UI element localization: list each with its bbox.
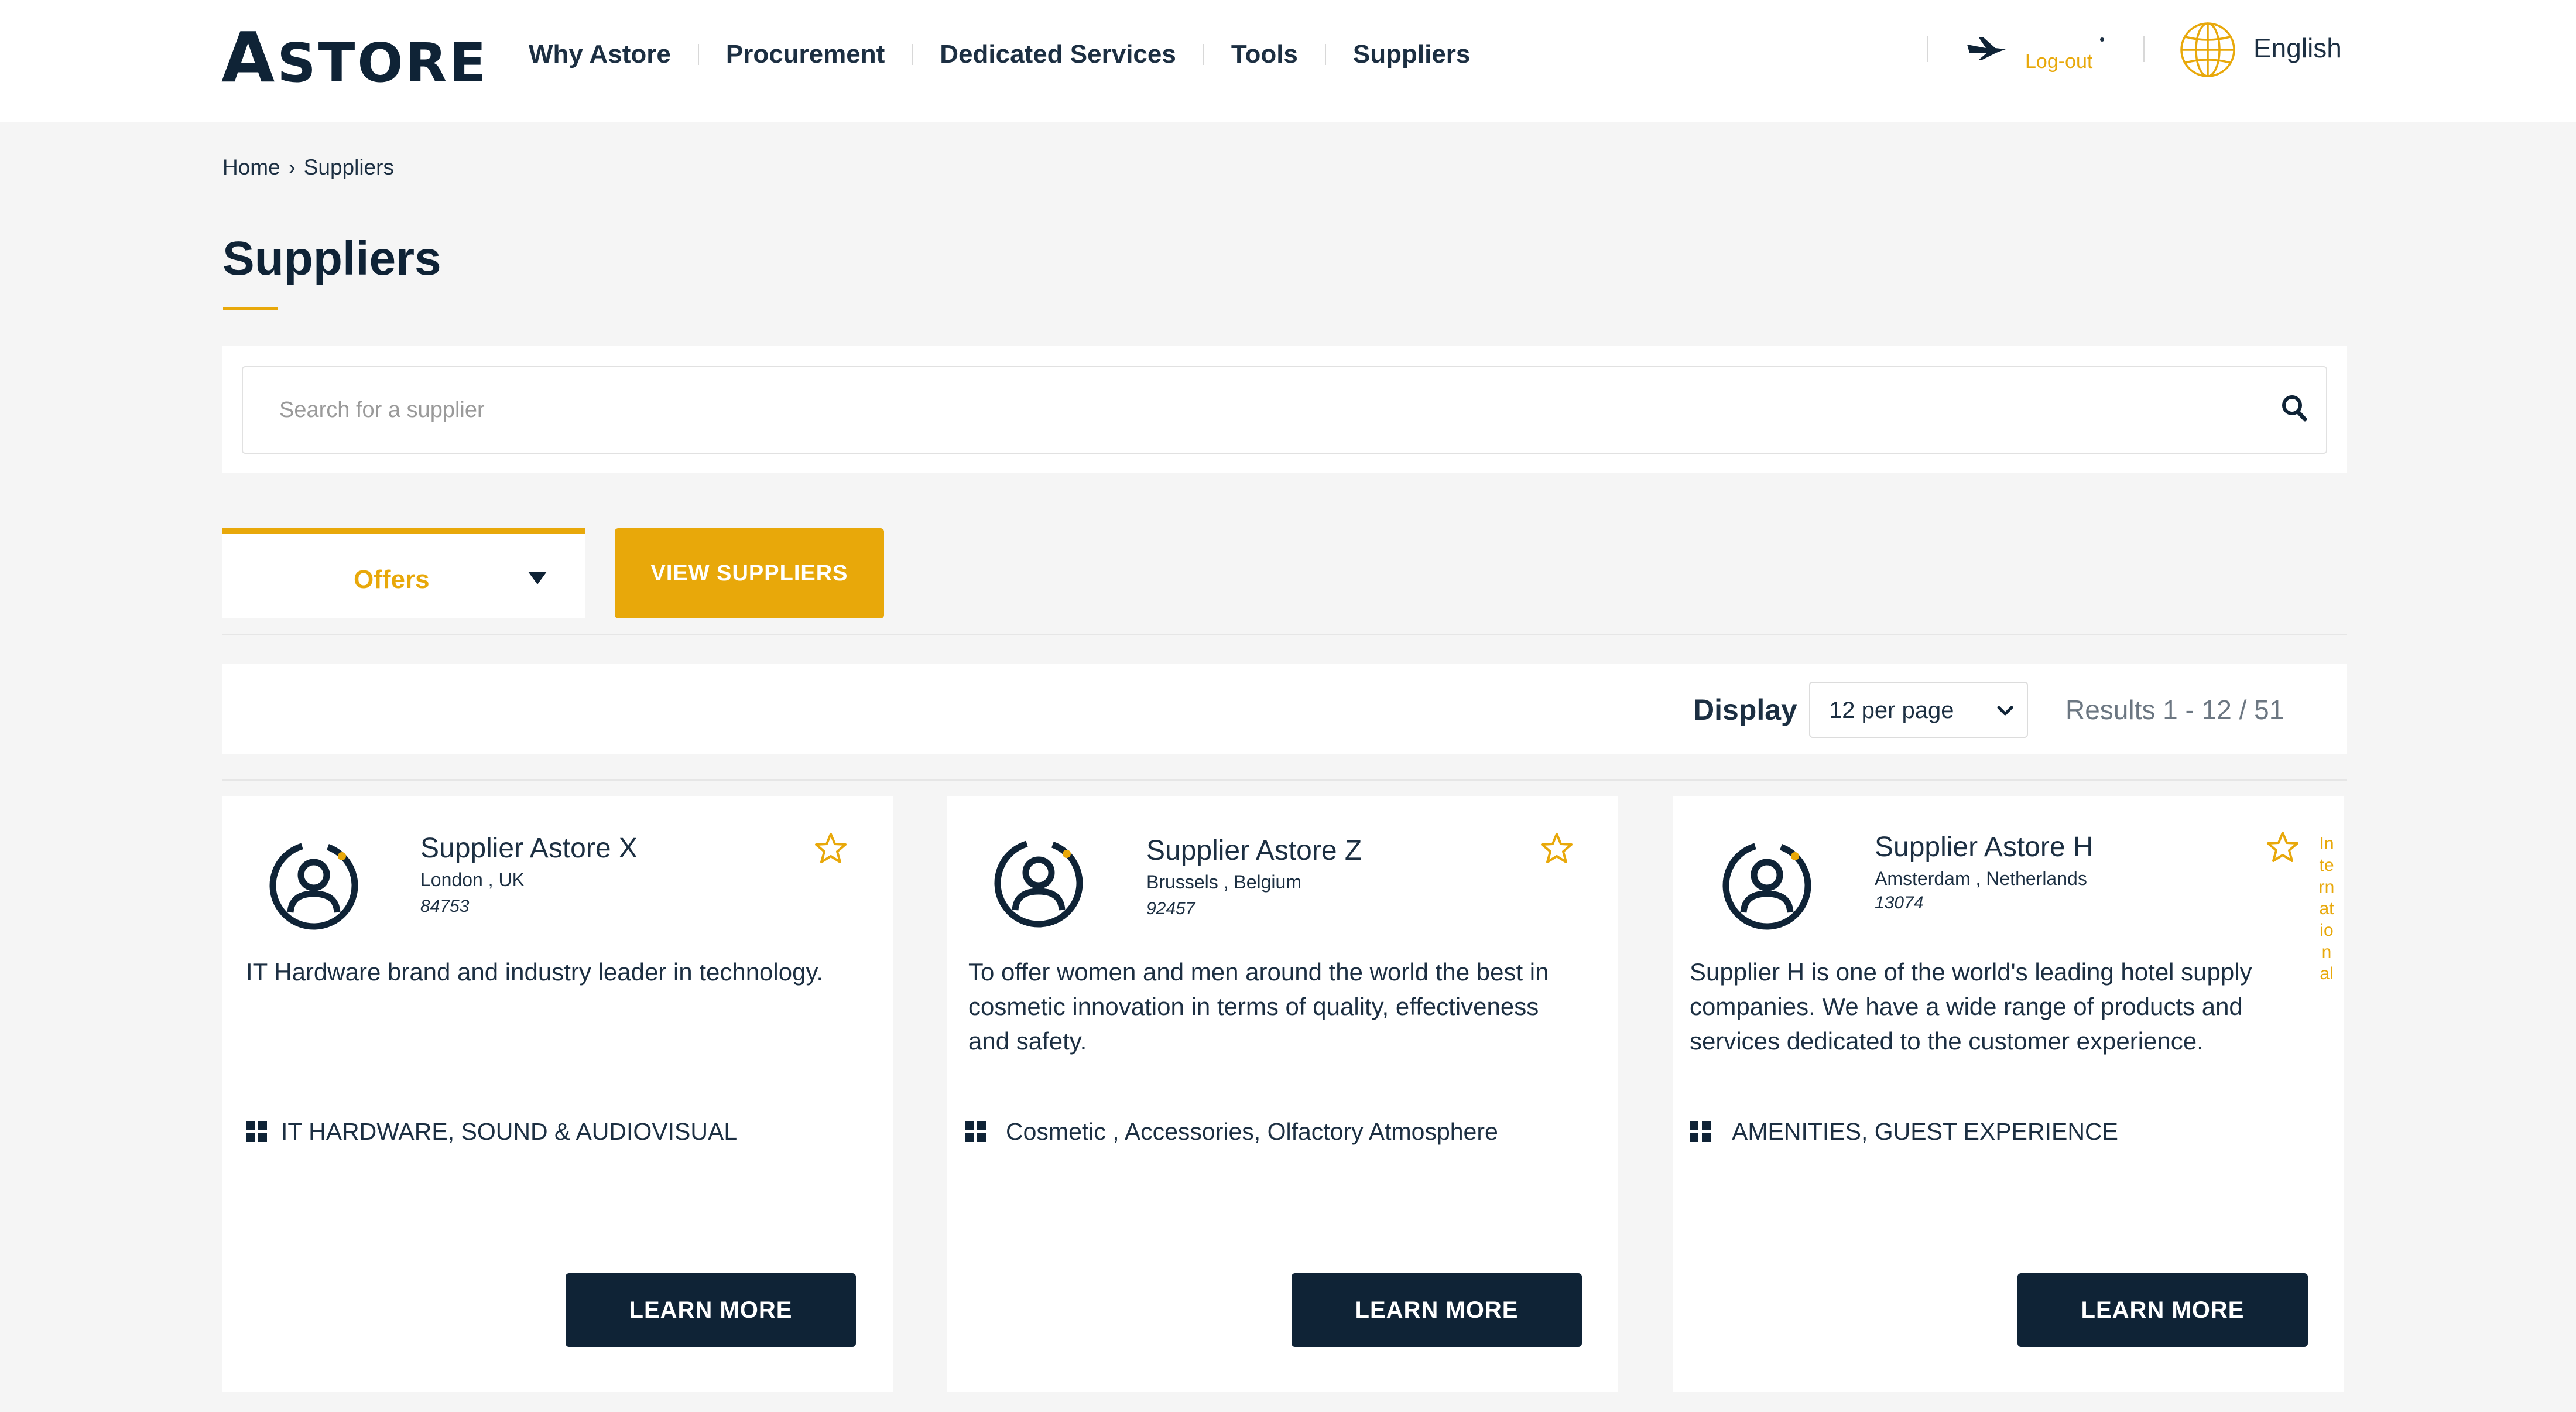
results-count: Results 1 - 12 / 51: [2065, 695, 2284, 725]
display-label: Display: [1693, 693, 1797, 726]
user-avatar-icon: [269, 841, 358, 930]
caret-down-icon: [528, 572, 547, 584]
supplier-location: London , UK: [420, 869, 525, 890]
offers-dropdown[interactable]: Offers: [222, 528, 585, 618]
user-avatar-icon: [1722, 841, 1811, 930]
logout-link[interactable]: Log-out: [2025, 48, 2092, 75]
nav-suppliers[interactable]: Suppliers: [1326, 36, 1498, 73]
supplier-name[interactable]: Supplier Astore H: [1875, 829, 2094, 866]
nav-procurement[interactable]: Procurement: [699, 36, 912, 73]
breadcrumb-separator: ›: [288, 155, 296, 179]
offers-dropdown-label: Offers: [354, 565, 430, 594]
supplier-categories: IT HARDWARE, SOUND & AUDIOVISUAL: [281, 1118, 738, 1145]
supplier-code: 84753: [420, 897, 470, 916]
breadcrumb-current: Suppliers: [303, 155, 394, 179]
supplier-card: Supplier Astore X London , UK 84753 IT H…: [222, 796, 893, 1392]
language-selector[interactable]: English: [2253, 30, 2342, 66]
favorite-star-icon[interactable]: [1540, 832, 1574, 866]
nav-tools[interactable]: Tools: [1204, 36, 1325, 73]
display-bar: Display 12 per page Results 1 - 12 / 51: [222, 664, 2347, 754]
search-icon[interactable]: [2280, 394, 2308, 423]
breadcrumb: Home › Suppliers: [222, 153, 394, 182]
divider: [222, 634, 2347, 635]
main-nav: Why Astore Procurement Dedicated Service…: [529, 36, 1497, 73]
supplier-description: Supplier H is one of the world's leading…: [1690, 958, 2252, 1055]
supplier-code: 92457: [1146, 899, 1195, 918]
supplier-location: Amsterdam , Netherlands: [1875, 868, 2087, 889]
per-page-select[interactable]: 12 per page: [1809, 682, 2028, 738]
site-header: ASTORE Why Astore Procurement Dedicated …: [0, 0, 2576, 122]
category-grid-icon: [965, 1121, 986, 1142]
international-tag: International: [2318, 834, 2335, 983]
learn-more-button[interactable]: LEARN MORE: [1292, 1273, 1582, 1347]
globe-icon[interactable]: [2179, 21, 2236, 78]
search-input[interactable]: [242, 366, 2327, 454]
supplier-location: Brussels , Belgium: [1146, 871, 1301, 893]
header-divider: [1927, 36, 1928, 62]
header-divider: [2143, 36, 2145, 62]
category-grid-icon: [1690, 1121, 1711, 1142]
nav-why-astore[interactable]: Why Astore: [529, 36, 698, 73]
page-title: Suppliers: [222, 232, 441, 285]
divider: [222, 779, 2347, 781]
user-avatar-icon: [994, 839, 1083, 928]
favorite-star-icon[interactable]: [814, 832, 848, 866]
view-suppliers-button[interactable]: VIEW SUPPLIERS: [615, 528, 884, 618]
per-page-value: 12 per page: [1829, 698, 1954, 723]
logo-rest: STORE: [277, 32, 489, 94]
supplier-name[interactable]: Supplier Astore Z: [1146, 833, 1362, 869]
nav-dedicated-services[interactable]: Dedicated Services: [913, 36, 1203, 73]
supplier-card: Supplier Astore Z Brussels , Belgium 924…: [947, 796, 1618, 1392]
favorite-star-icon[interactable]: [2266, 830, 2300, 864]
supplier-card: Supplier Astore H Amsterdam , Netherland…: [1673, 796, 2344, 1392]
category-grid-icon: [246, 1121, 267, 1142]
supplier-code: 13074: [1875, 893, 1924, 912]
search-panel: [222, 346, 2347, 473]
learn-more-button[interactable]: LEARN MORE: [566, 1273, 856, 1347]
breadcrumb-home[interactable]: Home: [222, 153, 280, 182]
chevron-down-icon: [1997, 706, 2013, 716]
supplier-description: To offer women and men around the world …: [968, 958, 1549, 1055]
supplier-description: IT Hardware brand and industry leader in…: [246, 958, 824, 986]
notification-dot: [2100, 37, 2104, 42]
supplier-categories: Cosmetic , Accessories, Olfactory Atmosp…: [1006, 1118, 1498, 1145]
supplier-categories: AMENITIES, GUEST EXPERIENCE: [1732, 1118, 2118, 1145]
supplier-name[interactable]: Supplier Astore X: [420, 830, 638, 867]
plane-icon[interactable]: [1966, 36, 2007, 62]
logo-first-letter: A: [221, 17, 278, 98]
learn-more-button[interactable]: LEARN MORE: [2017, 1273, 2308, 1347]
astore-logo[interactable]: ASTORE: [221, 23, 489, 94]
title-underline: [223, 307, 278, 310]
